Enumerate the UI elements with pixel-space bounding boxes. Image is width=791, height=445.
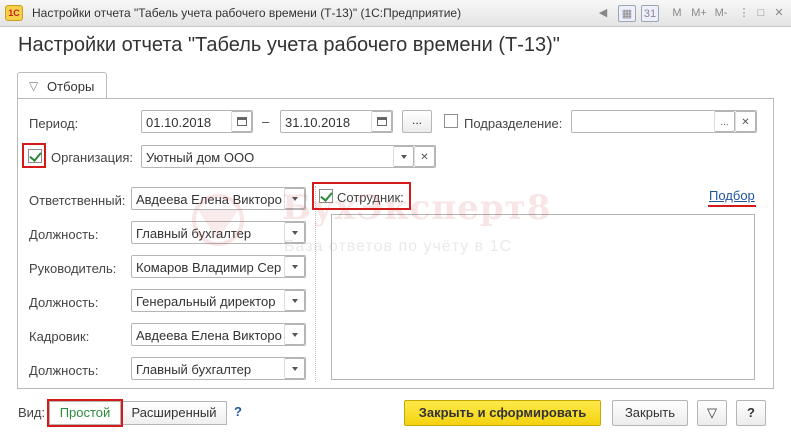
- hr-officer-label: Кадровик:: [29, 329, 90, 344]
- responsible-position-field[interactable]: Главный бухгалтер: [131, 221, 306, 244]
- help-button[interactable]: ?: [736, 400, 766, 426]
- filter-settings-button[interactable]: ▽: [697, 400, 727, 426]
- position-label: Должность:: [29, 295, 99, 310]
- view-label: Вид:: [18, 405, 46, 420]
- tab-label: Отборы: [47, 79, 95, 94]
- organization-label: Организация:: [51, 150, 134, 165]
- chevron-down-icon[interactable]: [284, 256, 305, 277]
- organization-value: Уютный дом ООО: [146, 150, 255, 165]
- hr-officer-value: Авдеева Елена Викторо: [136, 328, 282, 343]
- period-dash: –: [262, 114, 270, 129]
- clear-icon[interactable]: ✕: [735, 111, 756, 132]
- highlight-pick-link: [708, 205, 756, 207]
- period-select-button[interactable]: ...: [402, 110, 432, 133]
- head-label: Руководитель:: [29, 261, 117, 276]
- pick-link[interactable]: Подбор: [709, 188, 755, 203]
- close-button[interactable]: Закрыть: [612, 400, 688, 426]
- head-value: Комаров Владимир Сер: [136, 260, 282, 275]
- memory-minus-icon[interactable]: M-: [712, 5, 730, 22]
- calendar-picker-icon[interactable]: [371, 111, 392, 132]
- hr-position-field[interactable]: Главный бухгалтер: [131, 357, 306, 380]
- page-title: Настройки отчета "Табель учета рабочего …: [18, 34, 560, 56]
- filter-icon: ▽: [707, 405, 717, 420]
- view-extended-button[interactable]: Расширенный: [121, 401, 227, 425]
- period-to-field[interactable]: 31.10.2018: [280, 110, 393, 133]
- organization-field[interactable]: Уютный дом ООО ✕: [141, 145, 436, 168]
- filter-icon: ▽: [29, 79, 39, 93]
- memory-plus-icon[interactable]: M+: [690, 5, 708, 22]
- tab-filters[interactable]: ▽ Отборы: [17, 72, 107, 99]
- period-label: Период:: [29, 116, 79, 131]
- calculator-icon[interactable]: ▦: [618, 5, 636, 22]
- chevron-down-icon[interactable]: [284, 324, 305, 345]
- window-title: Настройки отчета "Табель учета рабочего …: [32, 6, 462, 20]
- employee-label: Сотрудник:: [337, 190, 404, 205]
- view-help-icon[interactable]: ?: [234, 404, 242, 419]
- subdivision-dots-button[interactable]: ...: [714, 111, 735, 132]
- chevron-down-icon[interactable]: [393, 146, 414, 167]
- highlight-simple-view: [47, 399, 123, 427]
- period-from-value: 01.10.2018: [146, 115, 212, 130]
- subdivision-label: Подразделение:: [464, 116, 563, 131]
- hr-position-value: Главный бухгалтер: [136, 362, 252, 377]
- calendar-icon[interactable]: 31: [641, 5, 659, 22]
- menu-icon[interactable]: ⋮: [735, 5, 753, 22]
- subdivision-checkbox[interactable]: [444, 114, 458, 128]
- head-position-value: Генеральный директор: [136, 294, 276, 309]
- period-to-value: 31.10.2018: [285, 115, 351, 130]
- column-divider: [315, 186, 316, 382]
- clear-icon[interactable]: ✕: [414, 146, 435, 167]
- responsible-position-value: Главный бухгалтер: [136, 226, 252, 241]
- position-label: Должность:: [29, 227, 99, 242]
- organization-checkbox[interactable]: [28, 149, 42, 163]
- close-and-build-button[interactable]: Закрыть и сформировать: [404, 400, 601, 426]
- calendar-picker-icon[interactable]: [231, 111, 252, 132]
- maximize-icon[interactable]: □: [752, 5, 770, 22]
- responsible-field[interactable]: Авдеева Елена Викторо: [131, 187, 306, 210]
- subdivision-field[interactable]: ... ✕: [571, 110, 757, 133]
- period-from-field[interactable]: 01.10.2018: [141, 110, 253, 133]
- employee-list[interactable]: [331, 214, 755, 380]
- responsible-value: Авдеева Елена Викторо: [136, 192, 282, 207]
- chevron-down-icon[interactable]: [284, 188, 305, 209]
- close-window-icon[interactable]: ✕: [770, 5, 788, 22]
- app-logo-icon: 1С: [5, 5, 23, 21]
- hr-officer-field[interactable]: Авдеева Елена Викторо: [131, 323, 306, 346]
- window-titlebar: 1С Настройки отчета "Табель учета рабоче…: [0, 0, 791, 27]
- chevron-down-icon[interactable]: [284, 290, 305, 311]
- head-field[interactable]: Комаров Владимир Сер: [131, 255, 306, 278]
- memory-m-icon[interactable]: M: [668, 5, 686, 22]
- back-icon[interactable]: ◀: [594, 5, 612, 22]
- chevron-down-icon[interactable]: [284, 358, 305, 379]
- responsible-label: Ответственный:: [29, 193, 126, 208]
- employee-checkbox[interactable]: [319, 189, 333, 203]
- head-position-field[interactable]: Генеральный директор: [131, 289, 306, 312]
- chevron-down-icon[interactable]: [284, 222, 305, 243]
- position-label: Должность:: [29, 363, 99, 378]
